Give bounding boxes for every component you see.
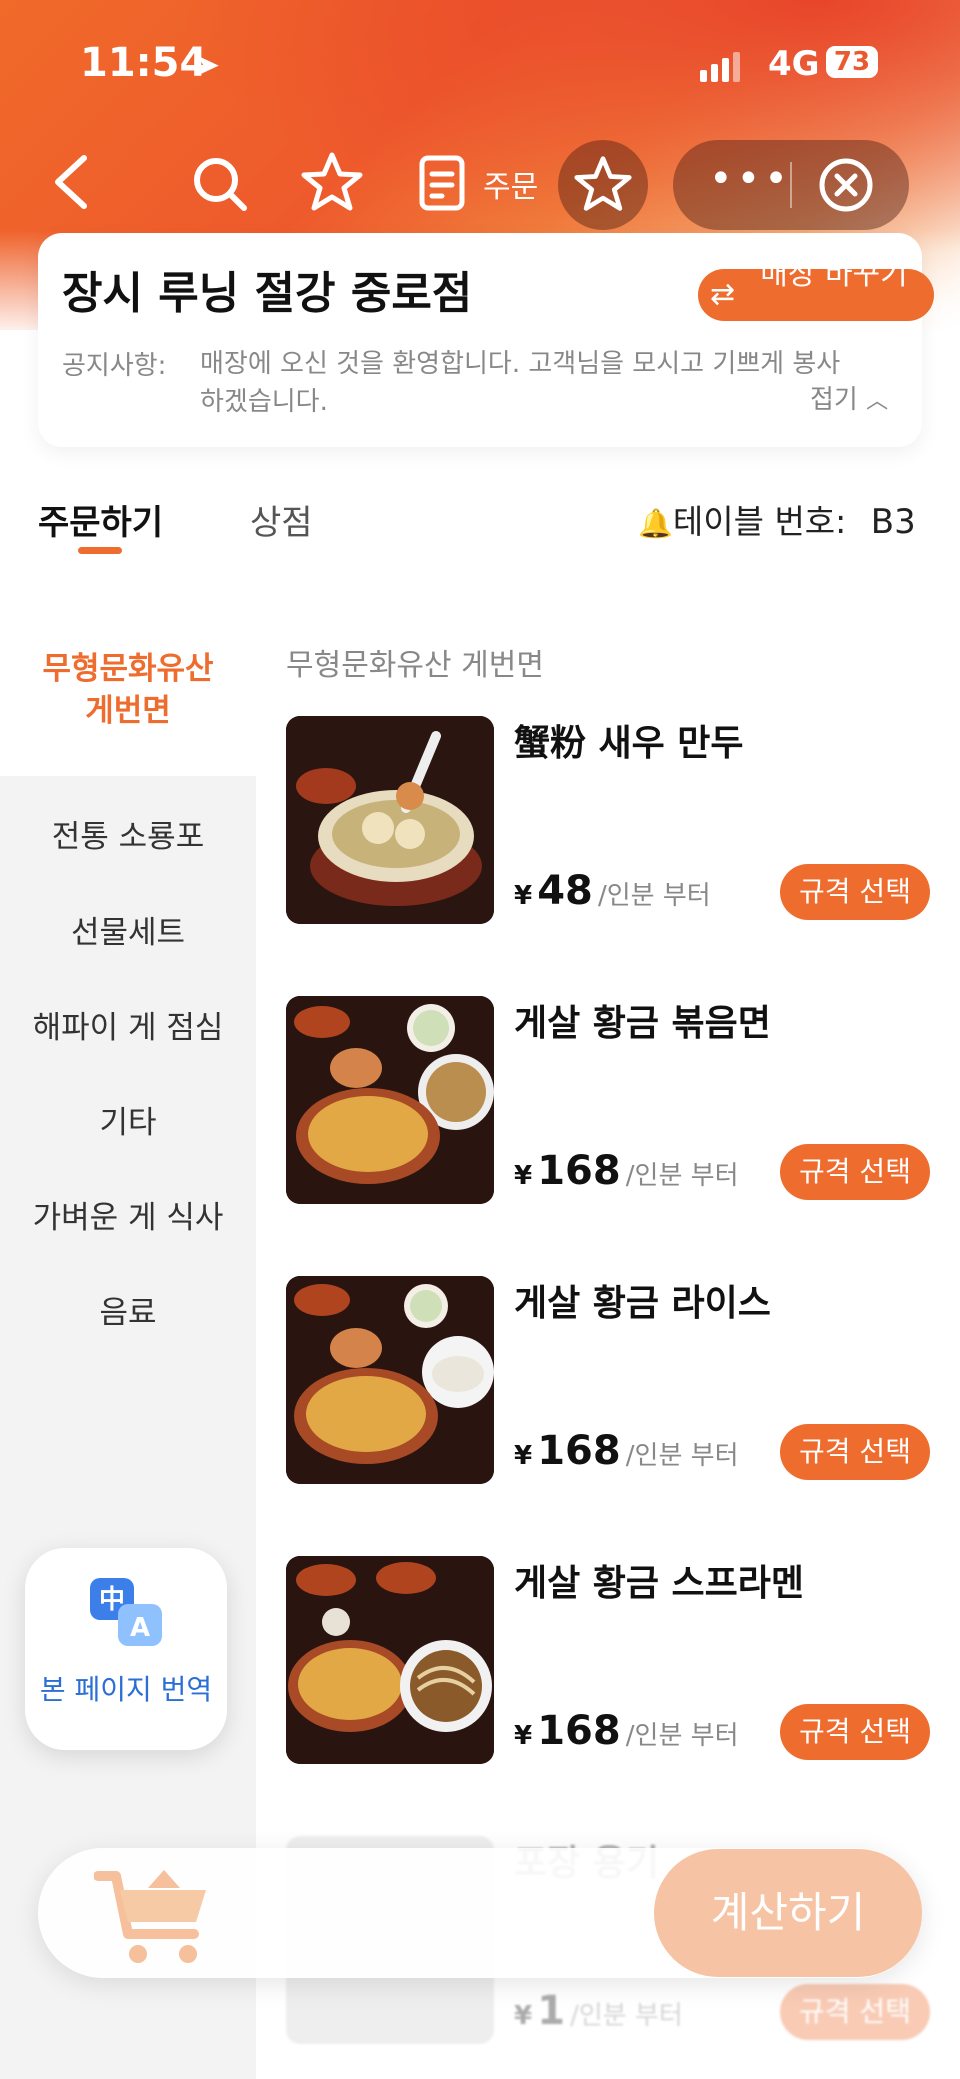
price-unit: /인분 부터 bbox=[597, 881, 711, 911]
checkout-button[interactable]: 계산하기 bbox=[654, 1849, 922, 1977]
tab-order[interactable]: 주문하기 bbox=[38, 495, 163, 544]
product-price: ¥ 168 /인분 부터 bbox=[514, 1708, 739, 1754]
store-info-card: 장시 루닝 절강 중로점 ⇄ 매장 바꾸기 공지사항: 매장에 오신 것을 환영… bbox=[38, 233, 934, 447]
product-price: ¥ 48 /인분 부터 bbox=[514, 868, 711, 914]
select-spec-button[interactable]: 규격 선택 bbox=[780, 864, 930, 920]
sidebar-item-gift-set[interactable]: 선물세트 bbox=[0, 912, 256, 954]
battery-indicator: 73 bbox=[826, 46, 878, 78]
translate-label: 본 페이지 번역 bbox=[39, 1673, 213, 1706]
product-price: ¥ 1 /인분 부터 bbox=[514, 1988, 683, 2034]
bell-icon: 🔔 bbox=[638, 507, 673, 540]
product-item[interactable]: 게살 황금 스프라멘 ¥ 168 /인분 부터 규격 선택 bbox=[286, 1556, 936, 1768]
switch-store-button[interactable]: ⇄ 매장 바꾸기 bbox=[698, 269, 934, 321]
currency-symbol: ¥ bbox=[514, 1441, 533, 1471]
product-name: 게살 황금 라이스 bbox=[514, 1283, 771, 1324]
close-icon[interactable] bbox=[817, 156, 875, 214]
product-image bbox=[286, 716, 494, 924]
product-name: 蟹粉 새우 만두 bbox=[514, 723, 744, 764]
price-amount: 48 bbox=[537, 868, 593, 914]
select-spec-button[interactable]: 규격 선택 bbox=[780, 1704, 930, 1760]
price-amount: 1 bbox=[537, 1988, 566, 2034]
translate-glyph-zh: 中 bbox=[99, 1585, 125, 1615]
order-document-icon[interactable] bbox=[418, 154, 466, 212]
star-icon[interactable] bbox=[300, 150, 364, 214]
price-amount: 168 bbox=[537, 1148, 621, 1194]
sidebar-item-crab-lunch[interactable]: 해파이 게 점심 bbox=[0, 1007, 256, 1049]
capsule-divider bbox=[790, 162, 792, 208]
product-image bbox=[286, 1276, 494, 1484]
switch-store-label: 매장 바꾸기 bbox=[760, 269, 908, 292]
top-nav-bar: 주문 ••• bbox=[0, 140, 960, 240]
sidebar-item-light-crab-meal[interactable]: 가벼운 게 식사 bbox=[0, 1197, 256, 1239]
currency-symbol: ¥ bbox=[514, 881, 533, 911]
product-item[interactable]: 게살 황금 볶음면 ¥ 168 /인분 부터 규격 선택 bbox=[286, 996, 936, 1208]
table-number: 🔔테이블 번호: B3 bbox=[638, 495, 916, 543]
chevron-up-icon: ︿ bbox=[866, 389, 889, 414]
select-spec-button[interactable]: 규격 선택 bbox=[780, 1144, 930, 1200]
status-bar: 11:54 ➤ 4G 73 bbox=[0, 38, 960, 98]
price-unit: /인분 부터 bbox=[625, 1441, 739, 1471]
product-item[interactable]: 蟹粉 새우 만두 ¥ 48 /인분 부터 규격 선택 bbox=[286, 716, 936, 928]
status-time: 11:54 bbox=[80, 40, 208, 86]
fold-button[interactable]: 접기 ︿ bbox=[810, 379, 888, 416]
sidebar-item-other[interactable]: 기타 bbox=[0, 1102, 256, 1144]
network-type: 4G bbox=[768, 44, 820, 84]
order-nav-label[interactable]: 주문 bbox=[483, 162, 538, 206]
price-amount: 168 bbox=[537, 1708, 621, 1754]
mini-program-capsule: ••• bbox=[673, 140, 909, 230]
product-image bbox=[286, 996, 494, 1204]
swap-icon: ⇄ bbox=[710, 277, 736, 312]
price-unit: /인분 부터 bbox=[625, 1161, 739, 1191]
price-unit: /인분 부터 bbox=[625, 1721, 739, 1751]
translate-icon: 中 A bbox=[90, 1578, 162, 1646]
translate-glyph-a: A bbox=[130, 1613, 150, 1643]
more-icon[interactable]: ••• bbox=[709, 156, 792, 202]
table-number-label: 테이블 번호: bbox=[672, 502, 847, 541]
currency-symbol: ¥ bbox=[514, 1161, 533, 1191]
section-title: 무형문화유산 게번면 bbox=[286, 648, 544, 683]
translate-page-button[interactable]: 中 A 본 페이지 번역 bbox=[25, 1548, 227, 1750]
active-tab-indicator bbox=[78, 547, 122, 554]
search-icon[interactable] bbox=[190, 154, 250, 214]
store-name: 장시 루닝 절강 중로점 bbox=[62, 268, 473, 319]
fold-label: 접기 bbox=[810, 385, 858, 415]
currency-symbol: ¥ bbox=[514, 1721, 533, 1751]
product-item[interactable]: 게살 황금 라이스 ¥ 168 /인분 부터 규격 선택 bbox=[286, 1276, 936, 1488]
main-tabs: 주문하기 상점 🔔테이블 번호: B3 bbox=[0, 495, 960, 565]
product-image bbox=[286, 1556, 494, 1764]
product-price: ¥ 168 /인분 부터 bbox=[514, 1148, 739, 1194]
table-number-value: B3 bbox=[870, 502, 916, 542]
sidebar-item-drinks[interactable]: 음료 bbox=[0, 1292, 256, 1334]
select-spec-button[interactable]: 규격 선택 bbox=[780, 1984, 930, 2040]
location-arrow-icon: ➤ bbox=[195, 48, 221, 83]
price-unit: /인분 부터 bbox=[570, 2001, 683, 2031]
notice-text: 매장에 오신 것을 환영합니다. 고객님을 모시고 기쁘게 봉사하겠습니다. bbox=[200, 349, 841, 417]
notice-label: 공지사항: bbox=[62, 351, 167, 381]
currency-symbol: ¥ bbox=[514, 2001, 533, 2031]
back-arrow-icon[interactable] bbox=[46, 152, 96, 212]
sidebar-item-xiaolongbao[interactable]: 전통 소룡포 bbox=[0, 816, 256, 858]
sidebar-item-heritage-noodle[interactable]: 무형문화유산 게번면 bbox=[0, 648, 256, 732]
price-amount: 168 bbox=[537, 1428, 621, 1474]
favorite-button[interactable] bbox=[558, 140, 648, 230]
shopping-cart-icon[interactable] bbox=[94, 1864, 214, 1968]
star-icon bbox=[574, 156, 632, 211]
product-name: 게살 황금 스프라멘 bbox=[514, 1563, 805, 1604]
tab-store[interactable]: 상점 bbox=[250, 495, 313, 544]
product-price: ¥ 168 /인분 부터 bbox=[514, 1428, 739, 1474]
product-name: 게살 황금 볶음면 bbox=[514, 1003, 771, 1044]
signal-icon bbox=[700, 52, 744, 82]
select-spec-button[interactable]: 규격 선택 bbox=[780, 1424, 930, 1480]
